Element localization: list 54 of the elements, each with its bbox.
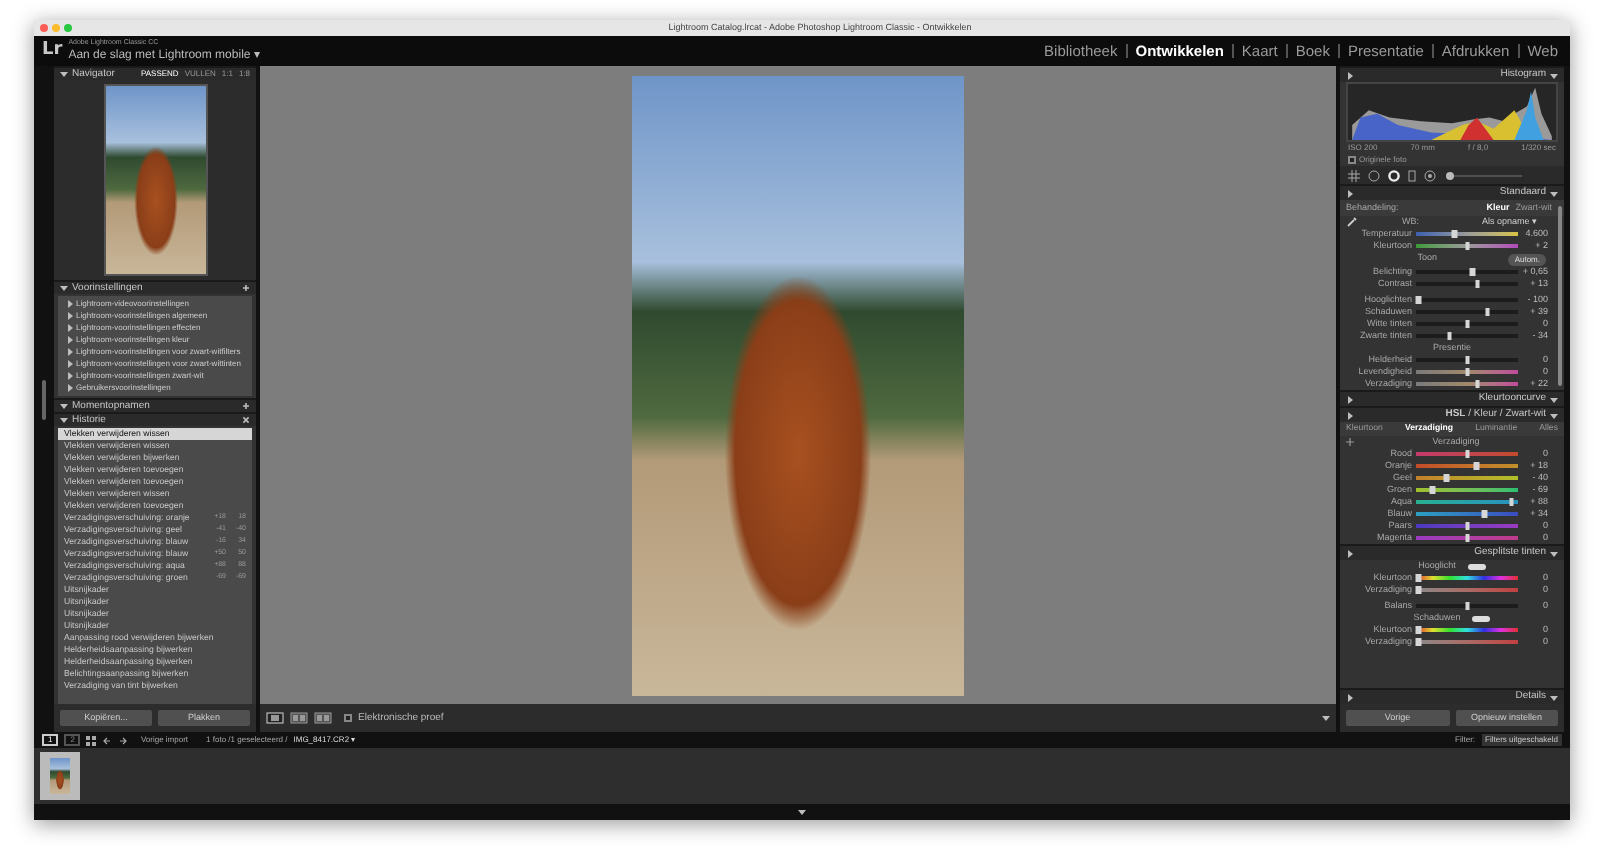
slider-thumb[interactable] [1429, 485, 1435, 495]
grid-view-icon[interactable] [86, 735, 97, 745]
circle-icon[interactable] [1424, 169, 1436, 181]
rectangle-icon[interactable] [1408, 169, 1416, 181]
back-icon[interactable] [102, 735, 113, 745]
slider-thumb[interactable] [1464, 319, 1470, 329]
slider-thumb[interactable] [1481, 509, 1487, 519]
slider-thumb[interactable] [1444, 473, 1450, 483]
slider-thumb[interactable] [1464, 355, 1470, 365]
slider-thumb[interactable] [1464, 241, 1470, 251]
slider-thumb[interactable] [1464, 449, 1470, 459]
loupe-view-icon[interactable] [266, 712, 284, 724]
target-adjust-icon[interactable] [1346, 438, 1354, 446]
original-photo-checkbox[interactable] [1348, 156, 1355, 164]
add-icon[interactable] [242, 284, 250, 292]
filmstrip-thumbnail[interactable] [40, 752, 80, 800]
slider-thumb[interactable] [1447, 331, 1453, 341]
slider-thumb[interactable] [1415, 295, 1421, 305]
panel-toggle-icon[interactable] [60, 284, 68, 292]
slider-thumb[interactable] [1464, 521, 1470, 531]
eyedropper-icon[interactable] [1346, 216, 1358, 228]
add-icon[interactable] [242, 402, 250, 410]
slider-thumb[interactable] [1464, 601, 1470, 611]
circle-icon[interactable] [1368, 169, 1380, 181]
slider-thumb[interactable] [1469, 267, 1475, 277]
slider-thumb[interactable] [1452, 229, 1458, 239]
survey-view-icon[interactable] [314, 712, 332, 724]
slider-thumb[interactable] [1484, 307, 1490, 317]
color-swatch[interactable] [1472, 615, 1491, 621]
slider-thumb[interactable] [1464, 367, 1470, 377]
panel-collapse-icon[interactable] [1346, 549, 1354, 557]
slider-thumb[interactable] [1415, 585, 1421, 595]
slider-thumb[interactable] [1415, 637, 1421, 647]
forward-icon[interactable] [118, 735, 129, 745]
slider-thumb[interactable] [1415, 625, 1421, 635]
panel-toggle-icon[interactable] [1550, 549, 1558, 557]
grid-icon[interactable] [1348, 169, 1360, 181]
scroll-bar[interactable] [1558, 206, 1562, 386]
proof-checkbox[interactable] [344, 714, 352, 722]
thumbnail-photo [50, 758, 70, 794]
slider-thumb[interactable] [1474, 279, 1480, 289]
slider-thumb[interactable] [1464, 533, 1470, 543]
color-swatch[interactable] [1467, 563, 1486, 569]
slider-thumb[interactable] [1509, 497, 1515, 507]
slider-thumb[interactable] [1473, 461, 1479, 471]
slider-icon[interactable] [1444, 169, 1524, 181]
toolbar-menu-icon[interactable] [1322, 714, 1330, 722]
filmstrip-toggle-icon[interactable] [798, 808, 806, 816]
ring-icon[interactable] [1388, 169, 1400, 181]
app-logo: Lr [42, 42, 63, 60]
compare-view-icon[interactable] [290, 712, 308, 724]
close-icon[interactable] [242, 416, 250, 424]
slider-thumb[interactable] [1474, 379, 1480, 389]
slider-thumb[interactable] [1415, 573, 1421, 583]
